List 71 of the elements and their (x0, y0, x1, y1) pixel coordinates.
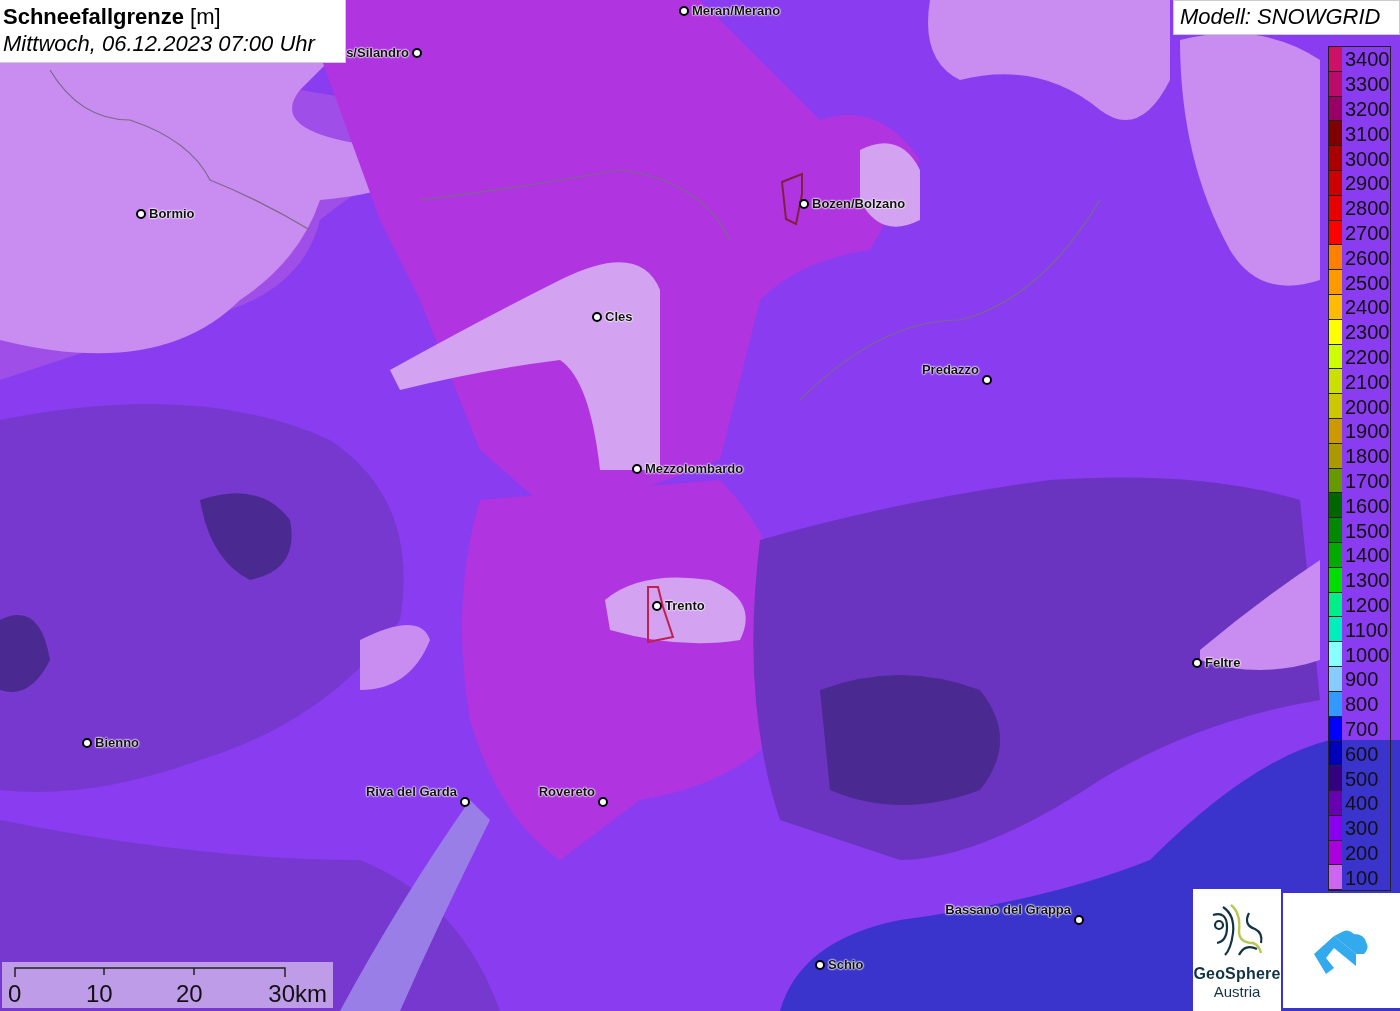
legend-label: 3200 (1345, 99, 1390, 119)
city-label: Mezzolombardo (645, 461, 744, 476)
city-label: Bassano del Grappa (945, 902, 1071, 917)
legend-label: 3100 (1345, 123, 1390, 144)
legend-label: 900 (1345, 669, 1379, 690)
scale-label: 20 (176, 982, 203, 1006)
legend-label: 800 (1345, 694, 1379, 715)
scale-label: 10 (86, 982, 113, 1006)
city-marker-icon (982, 375, 992, 385)
city-marker-icon (82, 737, 92, 748)
legend-label: 700 (1345, 718, 1379, 739)
city-label: Predazzo (921, 362, 979, 377)
model-label: Modell: SNOWGRID (1173, 0, 1400, 35)
legend-label: 1400 (1345, 545, 1390, 566)
legend-label: 500 (1345, 768, 1379, 789)
legend-label: 1500 (1345, 520, 1390, 541)
legend-label: 600 (1345, 743, 1379, 764)
legend-label: 2100 (1345, 371, 1390, 392)
city-label: Trento (665, 598, 705, 613)
city-label: Bormio (149, 206, 195, 221)
city-marker-icon (592, 311, 602, 322)
city-marker-icon (815, 959, 825, 970)
city-marker-icon (632, 463, 642, 474)
legend-label: 2400 (1345, 297, 1390, 318)
logo-name: GeoSphere (1193, 965, 1281, 983)
city-marker-icon (460, 797, 470, 807)
legend-label: 2300 (1345, 322, 1390, 343)
city-marker-icon (1074, 915, 1084, 925)
legend-label: 2600 (1345, 247, 1390, 268)
legend-label: 2200 (1345, 346, 1390, 367)
city-label: Meran/Merano (692, 3, 781, 18)
logo-country: Austria (1213, 983, 1261, 1000)
city-marker-icon (799, 198, 809, 209)
city-label: Rovereto (538, 784, 595, 799)
legend-label: 1000 (1345, 644, 1390, 665)
legend-label: 2800 (1345, 198, 1390, 219)
legend-label: 1900 (1345, 421, 1390, 442)
legend-label: 2700 (1345, 222, 1390, 243)
legend-label: 3000 (1345, 148, 1390, 169)
legend-label: 1800 (1345, 446, 1390, 467)
city-marker-icon (412, 47, 422, 58)
legend-label: 1200 (1345, 594, 1390, 615)
legend-label: 2500 (1345, 272, 1390, 293)
legend-label: 2000 (1345, 396, 1390, 417)
city-label: Riva del Garda (365, 784, 457, 799)
legend-label: 2900 (1345, 173, 1390, 194)
city-label: Bienno (95, 735, 140, 750)
city-marker-icon (679, 5, 689, 16)
legend-label: 1100 (1345, 619, 1388, 640)
city-marker-icon (598, 797, 608, 807)
legend-label: 1300 (1345, 570, 1390, 591)
city-label: s/Silandro (346, 45, 409, 60)
forecast-datetime: Mittwoch, 06.12.2023 07:00 Uhr (3, 30, 317, 57)
city-label: Cles (605, 309, 633, 324)
city-label: Schio (828, 957, 864, 972)
map-title: Schneefallgrenze [m] (3, 3, 222, 30)
city-marker-icon (1192, 657, 1202, 668)
legend-label: 1600 (1345, 495, 1390, 516)
legend-label: 3400 (1345, 49, 1390, 70)
scale-label: 30km (268, 982, 327, 1006)
legend-label: 300 (1345, 818, 1379, 839)
city-label: Feltre (1205, 655, 1241, 670)
legend-label: 3300 (1345, 74, 1390, 95)
city-label: Bozen/Bolzano (812, 196, 906, 211)
legend-label: 400 (1345, 793, 1379, 814)
city-marker-icon (136, 208, 146, 219)
legend-label: 200 (1345, 842, 1379, 863)
legend-label: 100 (1345, 867, 1379, 888)
city-marker-icon (652, 600, 662, 611)
scale-label: 0 (8, 982, 22, 1006)
legend-label: 1700 (1345, 470, 1390, 491)
